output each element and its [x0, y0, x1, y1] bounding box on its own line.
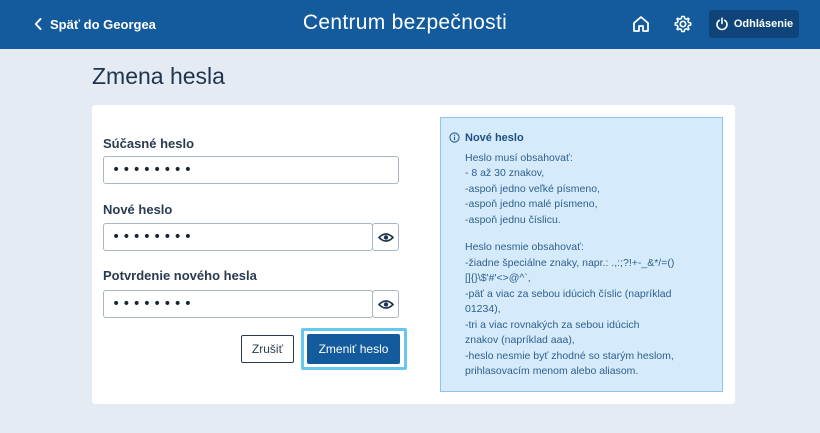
info-must-not-line: -tri a viac rovnakých za sebou idúcich: [465, 318, 640, 331]
home-button[interactable]: [631, 14, 651, 34]
password-rules-info: Nové heslo Heslo musí obsahovať: - 8 až …: [440, 117, 723, 392]
current-password-label: Súčasné heslo: [103, 136, 195, 151]
confirm-password-label: Potvrdenie nového hesla: [103, 268, 257, 283]
cancel-button[interactable]: Zrušiť: [241, 335, 294, 363]
info-icon: [449, 132, 460, 143]
info-title: Nové heslo: [465, 132, 524, 144]
info-must-not-line: -žiadne špeciálne znaky, napr.: .,:;?!+-…: [465, 256, 675, 269]
info-must-not-line: Heslo nesmie obsahovať:: [465, 241, 584, 253]
info-must-not-line: []{}\$'#'<>@^`,: [465, 272, 531, 284]
logout-button[interactable]: Odhlásenie: [709, 10, 799, 38]
info-must-not-line: prihlasovacím menom alebo aliasom.: [465, 365, 639, 377]
gear-icon: [674, 15, 692, 33]
logout-label: Odhlásenie: [733, 18, 794, 30]
info-must-line: -aspoň jednu číslicu.: [465, 213, 561, 226]
page-title: Zmena hesla: [92, 63, 225, 89]
new-password-label: Nové heslo: [103, 202, 173, 217]
show-new-password-button[interactable]: [372, 223, 399, 251]
new-password-input[interactable]: ••••••••: [103, 223, 373, 251]
info-must-not-line: znakov (napríklad aaa),: [465, 334, 575, 346]
info-must-not-line: -päť a viac za sebou idúcich číslic (nap…: [465, 287, 672, 300]
settings-button[interactable]: [673, 14, 693, 34]
info-must-not-line: 01234),: [465, 303, 501, 315]
home-icon: [633, 16, 649, 32]
eye-icon: [377, 299, 394, 309]
info-must-line: -aspoň jedno malé písmeno,: [465, 198, 598, 210]
current-password-input[interactable]: ••••••••: [103, 156, 399, 184]
confirm-password-input[interactable]: ••••••••: [103, 290, 373, 318]
show-confirm-password-button[interactable]: [372, 290, 399, 318]
change-password-button[interactable]: Zmeniť heslo: [307, 334, 400, 364]
top-bar: Späť do Georgea Centrum bezpečnosti Odhl…: [0, 0, 820, 49]
info-must-line: - 8 až 30 znakov,: [465, 167, 545, 179]
power-icon: [716, 17, 728, 31]
info-must-line: Heslo musí obsahovať:: [465, 151, 573, 164]
info-must-not-line: -heslo nesmie byť zhodné so starým heslo…: [465, 349, 674, 362]
info-must-line: -aspoň jedno veľké písmeno,: [465, 182, 600, 195]
eye-icon: [377, 232, 394, 242]
